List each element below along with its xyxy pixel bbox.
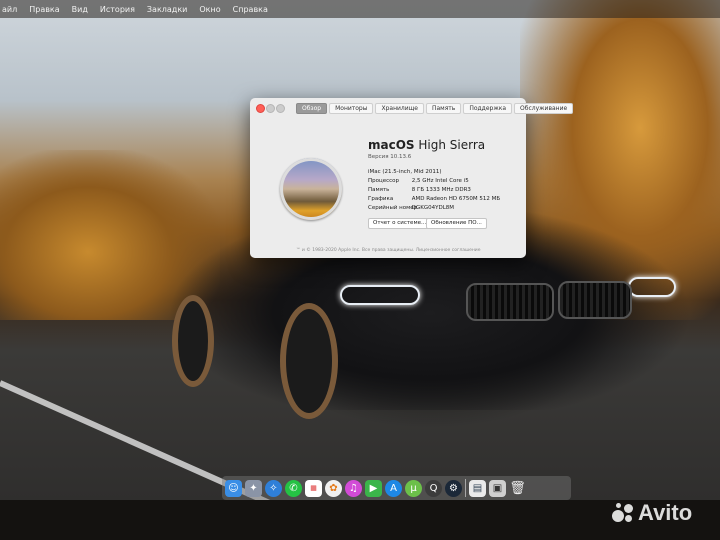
menu-item-edit[interactable]: Правка	[29, 5, 59, 14]
close-window-button[interactable]	[256, 104, 265, 113]
tab-support[interactable]: Поддержка	[463, 103, 513, 114]
car-grille-left	[466, 283, 554, 321]
facetime-icon[interactable]: ▶	[365, 479, 382, 497]
software-update-button[interactable]: Обновление ПО...	[426, 218, 487, 229]
tab-storage[interactable]: Хранилище	[375, 103, 424, 114]
menu-item-view[interactable]: Вид	[72, 5, 88, 14]
system-report-button[interactable]: Отчет о системе...	[368, 218, 432, 229]
avito-logo-icon	[612, 502, 634, 524]
spec-value: 2,5 GHz Intel Core i5	[411, 178, 469, 184]
menu-item-history[interactable]: История	[100, 5, 135, 14]
calendar-icon[interactable]: ▦	[305, 479, 322, 497]
image-capture-icon[interactable]: ▣	[489, 479, 506, 497]
tab-displays[interactable]: Мониторы	[329, 103, 374, 114]
dock: ☺ ✦ ✧ ✆ ▦ ✿ ♫ ▶ A µ Q ⚙ ▤ ▣ 🗑	[222, 476, 571, 500]
os-name-bold: macOS	[368, 138, 415, 152]
car-grille-right	[558, 281, 632, 319]
window-titlebar[interactable]: Обзор Мониторы Хранилище Память Поддержк…	[250, 98, 574, 118]
safari-icon[interactable]: ✧	[265, 479, 282, 497]
spec-value: AMD Radeon HD 6750M 512 МБ	[411, 196, 501, 202]
menu-item-window[interactable]: Окно	[199, 5, 220, 14]
photos-icon[interactable]: ✿	[325, 479, 342, 497]
avito-watermark-text: Avito	[638, 500, 693, 525]
tab-overview[interactable]: Обзор	[296, 103, 328, 114]
hardware-specs: iMac (21.5-inch, Mid 2011) Процессор 2,5…	[368, 168, 500, 213]
copyright-footer: ™ и © 1983-2020 Apple Inc. Все права защ…	[296, 248, 481, 253]
car-wheel-rear	[172, 295, 214, 387]
menu-item-file[interactable]: айл	[2, 5, 17, 14]
tab-memory[interactable]: Память	[425, 103, 462, 114]
os-name-release: High Sierra	[418, 138, 486, 152]
macos-high-sierra-logo-icon	[280, 158, 342, 220]
minimize-window-button[interactable]	[266, 104, 275, 113]
spec-row-processor: Процессор 2,5 GHz Intel Core i5	[368, 177, 500, 186]
tab-bar: Обзор Мониторы Хранилище Память Поддержк…	[296, 103, 574, 114]
whatsapp-icon[interactable]: ✆	[285, 479, 302, 497]
spec-model: iMac (21.5-inch, Mid 2011)	[368, 169, 442, 175]
about-this-mac-window: Обзор Мониторы Хранилище Память Поддержк…	[250, 98, 574, 258]
car-headlight-right	[628, 277, 676, 297]
car-headlight-left	[340, 285, 420, 305]
menu-item-help[interactable]: Справка	[233, 5, 268, 14]
menu-item-bookmarks[interactable]: Закладки	[147, 5, 187, 14]
os-version: Версия 10.13.6	[368, 154, 412, 160]
os-name: macOS High Sierra	[368, 138, 485, 152]
zoom-window-button[interactable]	[276, 104, 285, 113]
spec-label: Память	[368, 187, 390, 193]
steam-icon[interactable]: ⚙	[445, 479, 462, 497]
spec-row-serial: Серийный номер DGKG04YDL8M	[368, 204, 500, 213]
trash-icon[interactable]: 🗑	[509, 480, 526, 497]
preview-icon[interactable]: ▤	[469, 479, 486, 497]
finder-icon[interactable]: ☺	[225, 479, 242, 497]
itunes-icon[interactable]: ♫	[345, 479, 362, 497]
car-wheel-front	[280, 303, 338, 419]
utorrent-icon[interactable]: µ	[405, 479, 422, 497]
spec-value: 8 ГБ 1333 MHz DDR3	[411, 187, 471, 193]
app-store-icon[interactable]: A	[385, 479, 402, 497]
spec-row-graphics: Графика AMD Radeon HD 6750M 512 МБ	[368, 195, 500, 204]
spec-label: Графика	[368, 196, 394, 202]
avito-watermark: Avito	[612, 500, 692, 526]
tab-service[interactable]: Обслуживание	[514, 103, 574, 114]
dock-separator	[465, 479, 466, 497]
spec-value: DGKG04YDL8M	[411, 205, 455, 211]
launchpad-icon[interactable]: ✦	[245, 479, 262, 497]
spec-label: Серийный номер	[368, 205, 418, 211]
spec-row-memory: Память 8 ГБ 1333 MHz DDR3	[368, 186, 500, 195]
spec-label: Процессор	[368, 178, 400, 184]
menu-bar: айл Правка Вид История Закладки Окно Спр…	[0, 0, 720, 18]
quicktime-icon[interactable]: Q	[425, 479, 442, 497]
